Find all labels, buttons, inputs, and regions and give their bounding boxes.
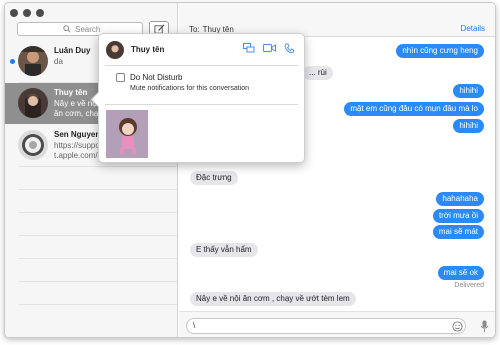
video-call-icon[interactable] xyxy=(263,43,276,53)
message-bubble-outgoing: nhìn cũng cưng heng xyxy=(396,44,484,58)
divider xyxy=(19,258,177,259)
emoji-icon[interactable] xyxy=(452,321,463,334)
divider xyxy=(19,281,177,282)
divider xyxy=(19,166,177,167)
details-button[interactable]: Details xyxy=(461,24,485,33)
checkbox[interactable] xyxy=(116,73,125,82)
message-bubble-outgoing: trời mưa ồi xyxy=(432,209,484,223)
minimize-window-button[interactable] xyxy=(23,9,31,17)
shared-image-thumbnail[interactable] xyxy=(106,110,148,158)
divider xyxy=(19,212,177,213)
message-bubble-incoming: Đặc trưng xyxy=(190,171,238,185)
do-not-disturb-label: Do Not Disturb xyxy=(130,73,183,82)
avatar xyxy=(18,46,48,76)
do-not-disturb-description: Mute notifications for this conversation xyxy=(130,85,250,92)
message-bubble-outgoing: hihihi xyxy=(453,119,484,133)
do-not-disturb-checkbox[interactable]: Do Not Disturb xyxy=(116,73,182,82)
message-preview: https://support.apple.com/en-us/HT204352 xyxy=(54,141,103,160)
avatar xyxy=(18,130,48,160)
message-bubble-outgoing: hihihi xyxy=(453,84,484,98)
unread-dot xyxy=(10,59,15,64)
contact-name: Thuy tên xyxy=(54,88,88,97)
composer-bar: \ xyxy=(179,311,495,337)
divider xyxy=(105,65,298,66)
contact-name: Sen Nguyen xyxy=(54,130,101,139)
delivered-status: Delivered xyxy=(454,282,484,289)
message-bubble-incoming: Nây e về nội ăn cơm , chạy về ướt tèm le… xyxy=(190,292,356,306)
message-preview: da xyxy=(54,57,63,66)
window-controls xyxy=(10,9,44,17)
phone-icon[interactable] xyxy=(284,43,294,54)
screen-share-icon[interactable] xyxy=(243,43,255,53)
message-bubble-incoming: E thấy vẫn hẩm xyxy=(190,243,258,257)
message-input[interactable]: \ xyxy=(186,318,466,334)
chat-header: To: Thuy tên Details xyxy=(179,3,495,37)
message-bubble-outgoing: mặt em cũng đâu có mụn đâu mà lo xyxy=(344,102,484,116)
divider xyxy=(19,304,177,305)
divider xyxy=(19,235,177,236)
message-bubble-outgoing: hahahaha xyxy=(436,192,484,206)
divider xyxy=(19,189,177,190)
message-bubble-outgoing: mai sẽ ok xyxy=(437,266,484,280)
zoom-window-button[interactable] xyxy=(36,9,44,17)
popover-contact-name: Thuy tên xyxy=(131,45,165,54)
avatar xyxy=(106,41,124,59)
message-bubble-incoming: ... rùi xyxy=(303,66,333,80)
popover-actions xyxy=(243,43,294,54)
avatar xyxy=(18,88,48,118)
search-placeholder: Search xyxy=(75,24,101,34)
contact-popover: Thuy tên Do Not Disturb Mute notificatio… xyxy=(90,33,305,163)
contact-name: Luân Duy xyxy=(54,46,91,55)
divider xyxy=(105,104,298,105)
close-window-button[interactable] xyxy=(10,9,18,17)
message-bubble-outgoing: mai sẽ mát xyxy=(432,225,484,239)
search-icon xyxy=(63,25,71,33)
microphone-icon[interactable] xyxy=(480,320,489,335)
